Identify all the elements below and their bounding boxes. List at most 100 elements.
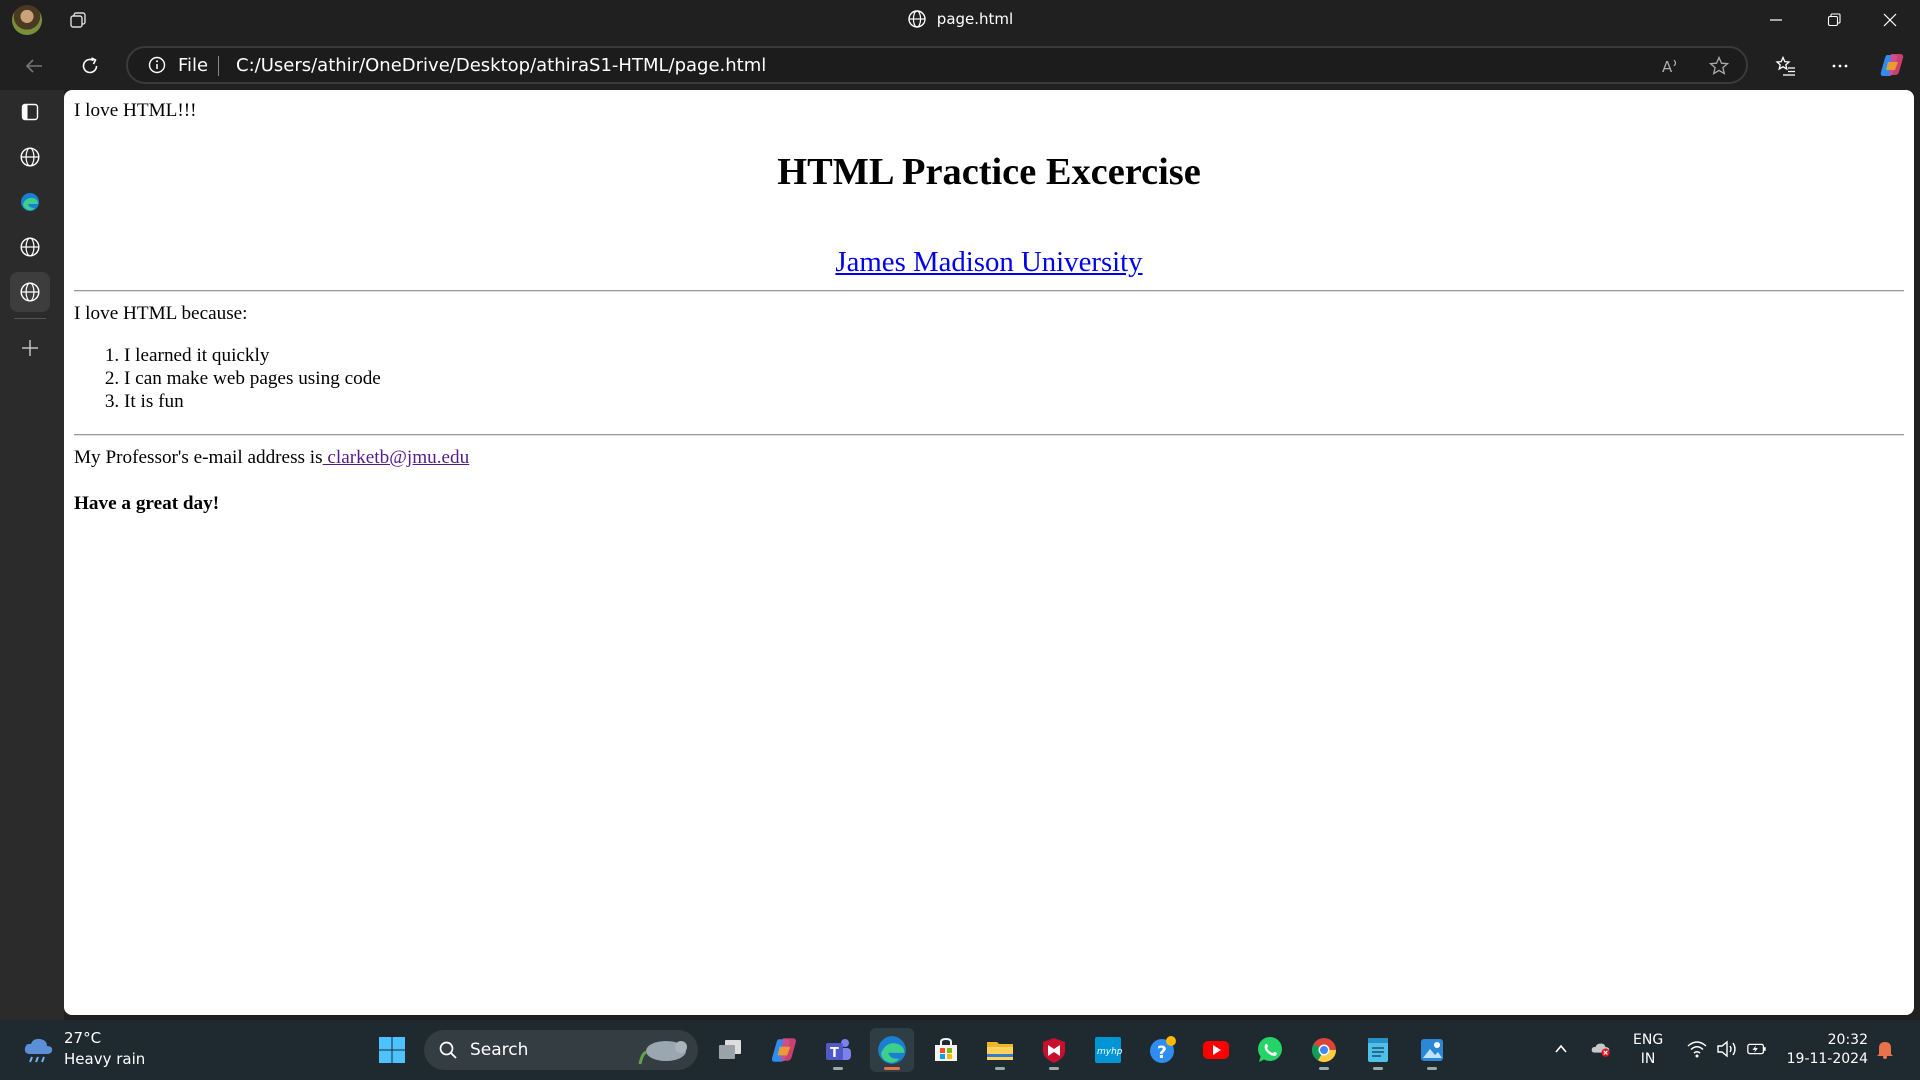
- volume-status[interactable]: [1716, 1038, 1738, 1060]
- taskbar-file-explorer[interactable]: [978, 1028, 1022, 1072]
- language-region: IN: [1640, 1051, 1656, 1067]
- globe-icon: [20, 237, 40, 257]
- restore-button[interactable]: [1806, 0, 1862, 40]
- whatsapp-icon: [1258, 1037, 1282, 1062]
- globe-icon: [20, 147, 40, 167]
- svg-text:T: T: [830, 1046, 839, 1061]
- edge-icon: [878, 1036, 906, 1064]
- svg-text:A: A: [1662, 58, 1673, 76]
- notepad-icon: [1368, 1038, 1388, 1062]
- refresh-icon: [82, 57, 98, 74]
- copilot-button[interactable]: [1878, 51, 1906, 79]
- notification-bell-icon: [1877, 1042, 1893, 1059]
- vertical-tab-3[interactable]: [10, 227, 50, 267]
- notification-button[interactable]: [1874, 1038, 1896, 1060]
- taskbar: 27°C Heavy rain Search T myhp ? ENG IN 2…: [0, 1020, 1920, 1080]
- clock-time: 20:32: [1827, 1032, 1868, 1048]
- site-info-icon[interactable]: [148, 56, 166, 74]
- onedrive-status[interactable]: [1590, 1038, 1612, 1060]
- favorites-icon: [1775, 55, 1795, 76]
- title-bar: page.html: [0, 0, 1920, 40]
- intro-text: I love HTML!!!: [74, 100, 197, 121]
- horizontal-rule-1: [74, 290, 1904, 292]
- start-button[interactable]: [370, 1028, 414, 1072]
- more-icon: [1832, 64, 1848, 68]
- task-view-button[interactable]: [708, 1028, 752, 1072]
- show-hidden-icons-button[interactable]: [1550, 1038, 1572, 1060]
- vertical-tab-2[interactable]: [10, 182, 50, 222]
- tab-actions-button[interactable]: [10, 92, 50, 132]
- url-text[interactable]: C:/Users/athir/OneDrive/Desktop/athiraS1…: [236, 55, 766, 76]
- university-link-container: James Madison University: [74, 246, 1904, 279]
- wifi-status[interactable]: [1686, 1038, 1708, 1060]
- minimize-button[interactable]: [1748, 0, 1804, 40]
- more-button[interactable]: [1826, 52, 1854, 80]
- back-button[interactable]: [20, 52, 48, 80]
- professor-text: My Professor's e-mail address is: [74, 447, 323, 468]
- favorites-button[interactable]: [1772, 52, 1800, 80]
- running-indicator: [1049, 1067, 1059, 1070]
- svg-text:myhp: myhp: [1097, 1047, 1123, 1057]
- taskbar-notepad[interactable]: [1356, 1028, 1400, 1072]
- vertical-tabs-sidebar: [0, 90, 64, 1020]
- horizontal-rule-2: [74, 434, 1904, 436]
- weather-temperature[interactable]: 27°C: [64, 1029, 101, 1047]
- taskbar-store[interactable]: [924, 1028, 968, 1072]
- chrome-icon: [1311, 1038, 1336, 1063]
- myhp-icon: myhp: [1095, 1037, 1123, 1063]
- search-highlight-icon: [638, 1041, 687, 1065]
- vertical-tab-1[interactable]: [10, 137, 50, 177]
- favorite-star-icon[interactable]: [1708, 55, 1730, 77]
- windows-start-icon: [379, 1037, 405, 1063]
- search-icon: [439, 1041, 457, 1059]
- system-clock[interactable]: 20:32 19-11-2024: [1782, 1031, 1868, 1069]
- search-label: Search: [470, 1040, 529, 1060]
- taskbar-edge[interactable]: [870, 1028, 914, 1072]
- running-indicator: [884, 1067, 900, 1070]
- battery-charging-icon: [1747, 1043, 1766, 1055]
- plus-icon: [22, 340, 38, 356]
- store-icon: [935, 1037, 957, 1061]
- taskbar-teams[interactable]: T: [816, 1028, 860, 1072]
- weather-condition[interactable]: Heavy rain: [64, 1050, 145, 1068]
- file-explorer-icon: [987, 1042, 1013, 1060]
- site-info-label[interactable]: File: [178, 55, 208, 76]
- taskbar-get-help[interactable]: ?: [1140, 1028, 1184, 1072]
- professor-line: My Professor's e-mail address is clarket…: [74, 447, 469, 469]
- restore-icon: [1827, 13, 1841, 27]
- close-icon: [1883, 13, 1897, 27]
- running-indicator: [1373, 1067, 1383, 1070]
- taskbar-youtube[interactable]: [1194, 1028, 1238, 1072]
- address-separator: [218, 56, 219, 76]
- tab-actions-icon: [21, 103, 39, 121]
- window-title-text: page.html: [936, 10, 1014, 28]
- vertical-tab-active[interactable]: [10, 272, 50, 312]
- refresh-button[interactable]: [76, 52, 104, 80]
- address-bar[interactable]: File C:/Users/athir/OneDrive/Desktop/ath…: [126, 46, 1748, 84]
- onedrive-error-icon: [1591, 1043, 1610, 1057]
- photos-icon: [1421, 1039, 1443, 1061]
- read-aloud-icon[interactable]: A: [1660, 55, 1682, 77]
- taskbar-photos[interactable]: [1410, 1028, 1454, 1072]
- minimize-icon: [1770, 19, 1782, 21]
- new-tab-button[interactable]: [10, 328, 50, 368]
- wifi-icon: [1687, 1041, 1707, 1058]
- window-title: page.html: [0, 9, 1920, 29]
- clock-date: 19-11-2024: [1786, 1051, 1868, 1067]
- close-button[interactable]: [1862, 0, 1918, 40]
- professor-email-link[interactable]: clarketb@jmu.edu: [323, 447, 469, 468]
- page-viewport: I love HTML!!! HTML Practice Excercise J…: [64, 90, 1914, 1015]
- battery-status[interactable]: [1746, 1038, 1768, 1060]
- rain-cloud-icon[interactable]: [22, 1034, 56, 1064]
- taskbar-mcafee[interactable]: [1032, 1028, 1076, 1072]
- taskbar-whatsapp[interactable]: [1248, 1028, 1292, 1072]
- university-link[interactable]: James Madison University: [835, 246, 1142, 278]
- taskbar-copilot[interactable]: [762, 1028, 806, 1072]
- taskbar-myhp[interactable]: myhp: [1086, 1028, 1130, 1072]
- copilot-icon: [1880, 54, 1904, 76]
- input-language[interactable]: ENG IN: [1633, 1031, 1663, 1069]
- taskbar-search[interactable]: Search: [424, 1030, 698, 1070]
- volume-icon: [1717, 1040, 1736, 1058]
- taskbar-chrome[interactable]: [1302, 1028, 1346, 1072]
- edge-icon: [21, 193, 39, 211]
